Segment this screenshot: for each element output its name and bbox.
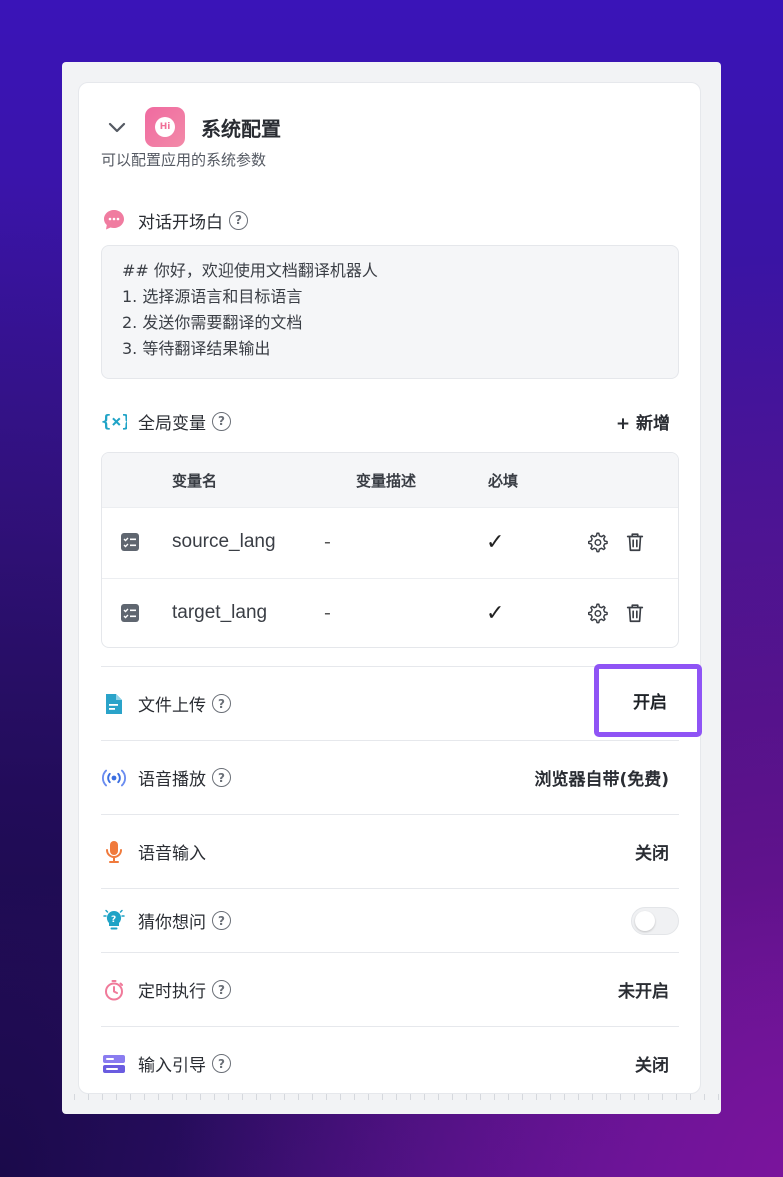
table-row: source_lang - ✓ — [102, 507, 678, 578]
required-check: ✓ — [486, 601, 505, 626]
opener-textarea[interactable]: ## 你好，欢迎使用文档翻译机器人 1. 选择源语言和目标语言 2. 发送你需要… — [101, 245, 679, 379]
variables-label: 全局变量 — [138, 413, 206, 434]
chat-bubble-icon — [101, 207, 127, 233]
app-logo-icon: Hi — [145, 107, 185, 147]
schedule-label: 定时执行 — [138, 982, 206, 1002]
trash-icon[interactable] — [624, 531, 646, 553]
opener-line: 3. 等待翻译结果输出 — [122, 339, 271, 358]
required-check: ✓ — [486, 530, 505, 555]
column-header: 变量描述 — [356, 472, 417, 490]
voice-input-value[interactable]: 关闭 — [635, 839, 669, 864]
chevron-down-icon[interactable] — [107, 117, 127, 137]
variable-brackets-icon: {×} — [101, 408, 127, 434]
list-check-icon — [121, 533, 139, 551]
page-title: 系统配置 — [201, 116, 281, 141]
opener-line: ## 你好，欢迎使用文档翻译机器人 — [122, 261, 378, 280]
input-guide-row: 输入引导 ? 关闭 — [101, 1026, 679, 1100]
opener-label: 对话开场白 — [138, 212, 223, 233]
document-icon — [101, 691, 127, 717]
file-upload-label: 文件上传 — [138, 696, 206, 716]
help-icon[interactable]: ? — [229, 210, 248, 230]
tts-row: 语音播放 ? 浏览器自带(免费) — [101, 740, 679, 814]
gear-icon[interactable] — [586, 531, 608, 553]
voice-input-row: 语音输入 关闭 — [101, 814, 679, 888]
table-row: target_lang - ✓ — [102, 578, 678, 647]
input-guide-value[interactable]: 关闭 — [635, 1051, 669, 1076]
microphone-icon — [101, 839, 127, 865]
page-subtitle: 可以配置应用的系统参数 — [101, 151, 267, 169]
guess-question-toggle[interactable] — [631, 906, 679, 935]
schedule-row: 定时执行 ? 未开启 — [101, 952, 679, 1026]
input-guide-icon — [101, 1051, 127, 1077]
config-panel-frame: Hi 系统配置 可以配置应用的系统参数 对话开场白 ? ## 你好，欢迎使用文档… — [62, 62, 721, 1114]
broadcast-icon — [101, 765, 127, 791]
tts-value[interactable]: 浏览器自带(免费) — [534, 765, 669, 790]
config-header[interactable]: Hi 系统配置 — [107, 105, 281, 149]
variables-table: 变量名 变量描述 必填 source_lang - ✓ target_lang … — [101, 452, 679, 648]
variable-name: source_lang — [172, 531, 276, 552]
tts-label: 语音播放 — [138, 770, 206, 790]
table-header: 变量名 变量描述 必填 — [102, 453, 678, 507]
svg-text:?: ? — [111, 915, 116, 925]
logo-text: Hi — [155, 117, 175, 137]
opener-line: 2. 发送你需要翻译的文档 — [122, 313, 303, 332]
variable-name: target_lang — [172, 602, 268, 623]
lightbulb-icon: ? — [101, 908, 127, 934]
help-icon[interactable]: ? — [212, 1054, 231, 1073]
voice-input-label: 语音输入 — [138, 844, 206, 864]
opener-section-header: 对话开场白 ? — [101, 207, 248, 233]
variable-description: - — [324, 602, 331, 624]
column-header: 必填 — [488, 472, 519, 490]
gear-icon[interactable] — [586, 602, 608, 624]
guess-question-row: ? 猜你想问 ? — [101, 888, 679, 952]
input-guide-label: 输入引导 — [138, 1056, 206, 1076]
help-icon[interactable]: ? — [212, 694, 231, 713]
guess-question-label: 猜你想问 — [138, 913, 206, 933]
file-upload-row: 文件上传 ? — [101, 666, 679, 740]
column-header: 变量名 — [172, 472, 218, 490]
list-check-icon — [121, 604, 139, 622]
file-upload-value-button[interactable]: 开启 — [594, 664, 702, 737]
help-icon[interactable]: ? — [212, 768, 231, 787]
system-config-card: Hi 系统配置 可以配置应用的系统参数 对话开场白 ? ## 你好，欢迎使用文档… — [78, 82, 701, 1094]
add-variable-button[interactable]: + 新增 — [616, 409, 670, 434]
opener-line: 1. 选择源语言和目标语言 — [122, 287, 303, 306]
variables-section-header: {×} 全局变量 ? — [101, 408, 231, 434]
help-icon[interactable]: ? — [212, 911, 231, 930]
stopwatch-icon — [101, 977, 127, 1003]
trash-icon[interactable] — [624, 602, 646, 624]
svg-text:{×}: {×} — [101, 412, 127, 432]
schedule-value[interactable]: 未开启 — [618, 977, 669, 1002]
help-icon[interactable]: ? — [212, 411, 231, 431]
variable-description: - — [324, 531, 331, 553]
help-icon[interactable]: ? — [212, 980, 231, 999]
